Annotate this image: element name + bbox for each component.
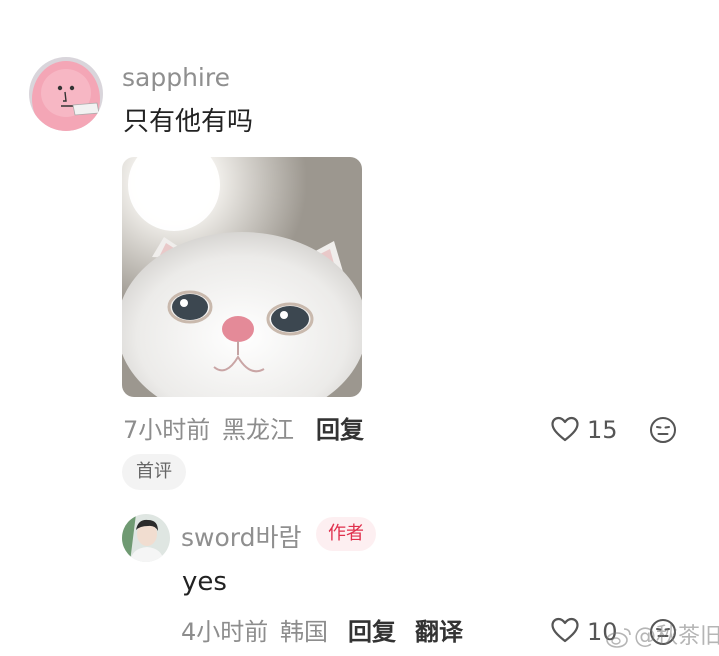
first-comment-badge: 首评 [122,454,186,490]
translate-button[interactable]: 翻译 [415,620,463,644]
user-avatar[interactable] [29,57,103,131]
reply-text: yes [182,567,227,597]
watermark-text: @秋茶旧~ [634,624,719,649]
heart-outline-icon[interactable] [550,615,580,645]
comment-image-cat[interactable] [122,157,362,397]
heart-outline-icon[interactable] [550,414,580,444]
reply-user-avatar[interactable] [122,514,170,562]
like-count: 15 [587,416,618,444]
reply-time: 4小时前 [181,618,269,646]
comment-time: 7小时前 [123,416,211,444]
reply-username[interactable]: sword바람 [181,525,301,550]
meh-face-icon[interactable] [649,416,677,444]
comment-location: 黑龙江 [222,416,294,444]
comment-text: 只有他有吗 [123,107,254,137]
reply-reply-button[interactable]: 回复 [348,620,396,644]
author-badge: 作者 [316,517,376,551]
weibo-icon [606,626,632,648]
reply-location: 韩国 [280,618,328,646]
comment-username[interactable]: sapphire [122,65,230,90]
reply-button[interactable]: 回复 [316,418,364,442]
